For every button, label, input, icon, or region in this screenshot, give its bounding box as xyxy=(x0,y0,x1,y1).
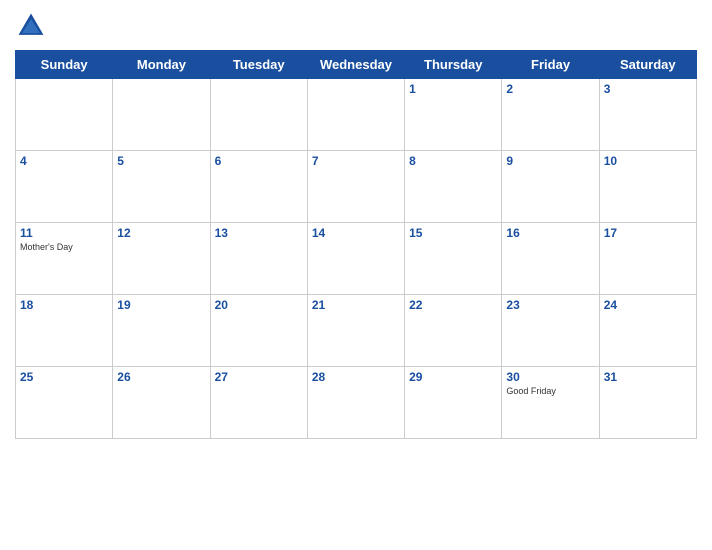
day-number: 30 xyxy=(506,370,594,384)
calendar-cell: 9 xyxy=(502,151,599,223)
day-number: 4 xyxy=(20,154,108,168)
calendar-cell: 3 xyxy=(599,79,696,151)
day-number: 16 xyxy=(506,226,594,240)
header xyxy=(15,10,697,42)
day-number: 28 xyxy=(312,370,400,384)
day-number: 17 xyxy=(604,226,692,240)
calendar-cell: 24 xyxy=(599,295,696,367)
calendar-cell: 29 xyxy=(405,367,502,439)
day-number: 18 xyxy=(20,298,108,312)
day-number: 10 xyxy=(604,154,692,168)
day-number: 1 xyxy=(409,82,497,96)
calendar-cell: 19 xyxy=(113,295,210,367)
day-number: 21 xyxy=(312,298,400,312)
calendar-cell: 31 xyxy=(599,367,696,439)
header-wednesday: Wednesday xyxy=(307,51,404,79)
day-number: 3 xyxy=(604,82,692,96)
day-number: 22 xyxy=(409,298,497,312)
calendar-cell: 15 xyxy=(405,223,502,295)
calendar-page: SundayMondayTuesdayWednesdayThursdayFrid… xyxy=(0,0,712,550)
calendar-cell: 25 xyxy=(16,367,113,439)
calendar-cell: 27 xyxy=(210,367,307,439)
day-number: 23 xyxy=(506,298,594,312)
day-number: 15 xyxy=(409,226,497,240)
day-number: 8 xyxy=(409,154,497,168)
calendar-cell xyxy=(210,79,307,151)
day-number: 12 xyxy=(117,226,205,240)
day-number: 27 xyxy=(215,370,303,384)
calendar-cell: 13 xyxy=(210,223,307,295)
calendar-cell: 17 xyxy=(599,223,696,295)
day-number: 24 xyxy=(604,298,692,312)
day-number: 14 xyxy=(312,226,400,240)
calendar-cell: 1 xyxy=(405,79,502,151)
calendar-cell: 21 xyxy=(307,295,404,367)
day-number: 13 xyxy=(215,226,303,240)
day-number: 2 xyxy=(506,82,594,96)
calendar-cell: 12 xyxy=(113,223,210,295)
week-row-1: 456789 10 xyxy=(16,151,697,223)
calendar-cell: 20 xyxy=(210,295,307,367)
calendar-cell: 5 xyxy=(113,151,210,223)
header-monday: Monday xyxy=(113,51,210,79)
days-header-row: SundayMondayTuesdayWednesdayThursdayFrid… xyxy=(16,51,697,79)
header-sunday: Sunday xyxy=(16,51,113,79)
calendar-cell: 10 xyxy=(599,151,696,223)
day-number: 25 xyxy=(20,370,108,384)
day-number: 7 xyxy=(312,154,400,168)
day-number: 5 xyxy=(117,154,205,168)
day-number: 11 xyxy=(20,226,108,240)
header-saturday: Saturday xyxy=(599,51,696,79)
week-row-3: 18 19 20 21 22 23 24 xyxy=(16,295,697,367)
calendar-cell: 11 Mother's Day xyxy=(16,223,113,295)
week-row-2: 11 Mother's Day 12 13 14 15 16 17 xyxy=(16,223,697,295)
calendar-cell xyxy=(307,79,404,151)
holiday-name: Mother's Day xyxy=(20,242,108,252)
day-number: 31 xyxy=(604,370,692,384)
day-number: 6 xyxy=(215,154,303,168)
calendar-cell: 6 xyxy=(210,151,307,223)
holiday-name: Good Friday xyxy=(506,386,594,396)
header-friday: Friday xyxy=(502,51,599,79)
calendar-cell xyxy=(16,79,113,151)
header-thursday: Thursday xyxy=(405,51,502,79)
logo-icon xyxy=(15,10,47,42)
calendar-cell: 14 xyxy=(307,223,404,295)
header-tuesday: Tuesday xyxy=(210,51,307,79)
logo xyxy=(15,10,51,42)
calendar-table: SundayMondayTuesdayWednesdayThursdayFrid… xyxy=(15,50,697,439)
calendar-cell: 26 xyxy=(113,367,210,439)
day-number: 29 xyxy=(409,370,497,384)
calendar-cell: 30 Good Friday xyxy=(502,367,599,439)
day-number: 26 xyxy=(117,370,205,384)
calendar-cell: 22 xyxy=(405,295,502,367)
day-number: 19 xyxy=(117,298,205,312)
calendar-cell: 4 xyxy=(16,151,113,223)
day-number: 9 xyxy=(506,154,594,168)
week-row-4: 25 26 27 28 29 30 Good Friday 31 xyxy=(16,367,697,439)
day-number: 20 xyxy=(215,298,303,312)
calendar-cell: 7 xyxy=(307,151,404,223)
calendar-cell: 2 xyxy=(502,79,599,151)
calendar-cell: 28 xyxy=(307,367,404,439)
calendar-cell: 16 xyxy=(502,223,599,295)
week-row-0: 123 xyxy=(16,79,697,151)
calendar-cell: 18 xyxy=(16,295,113,367)
calendar-cell: 23 xyxy=(502,295,599,367)
calendar-cell: 8 xyxy=(405,151,502,223)
calendar-cell xyxy=(113,79,210,151)
